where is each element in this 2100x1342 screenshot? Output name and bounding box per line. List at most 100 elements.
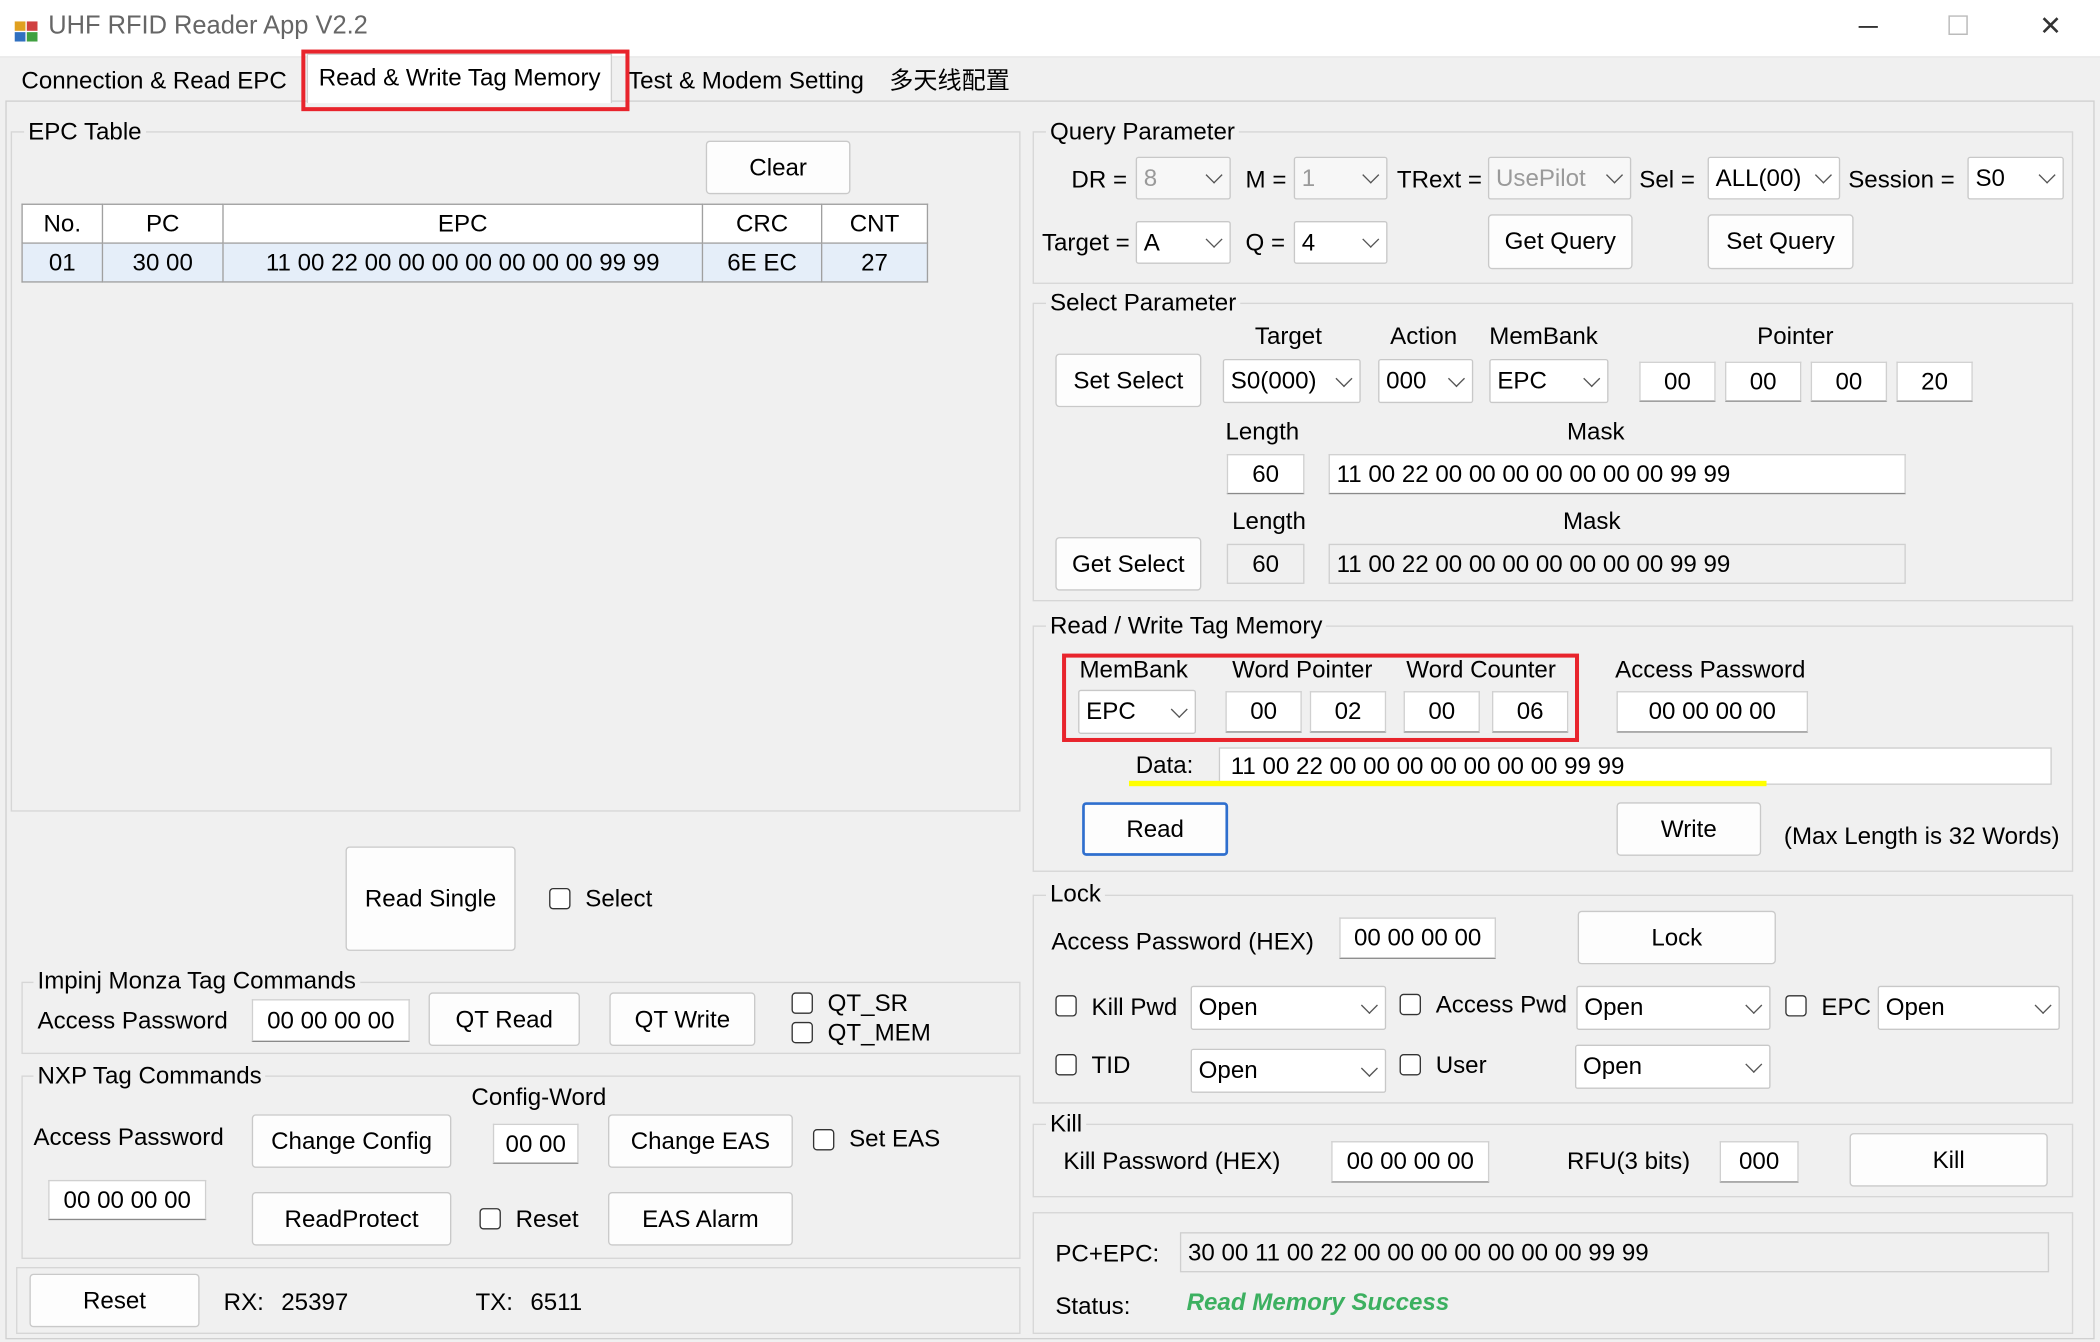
eas-alarm-button[interactable]: EAS Alarm (608, 1191, 793, 1246)
column-header[interactable]: CNT (820, 203, 929, 244)
status-label: Status: (1055, 1292, 1131, 1320)
rw-highlight-box (1062, 653, 1580, 742)
nxp-access-password-input[interactable]: 00 00 00 00 (48, 1179, 207, 1221)
epc-select[interactable]: Open (1877, 985, 2060, 1030)
data-input[interactable]: 11 00 22 00 00 00 00 00 00 00 99 99 (1218, 747, 2052, 785)
length-input[interactable]: 60 (1226, 454, 1305, 495)
tid-label: TID (1091, 1051, 1131, 1079)
pointer-field[interactable]: 00 (1639, 361, 1716, 402)
column-header[interactable]: CRC (701, 203, 823, 244)
qt-read-button[interactable]: QT Read (428, 992, 580, 1047)
m-select[interactable]: 1 (1293, 156, 1388, 200)
impinj-access-password-input[interactable]: 00 00 00 00 (251, 999, 410, 1042)
access-password-input[interactable]: 00 00 00 00 (1616, 691, 1809, 733)
tid-select[interactable]: Open (1190, 1048, 1387, 1093)
nxp-access-password-label: Access Password (33, 1123, 224, 1151)
qt-mem-label: QT_MEM (827, 1019, 931, 1047)
set-select-button[interactable]: Set Select (1055, 353, 1202, 408)
clear-button[interactable]: Clear (705, 140, 851, 195)
cell-pc[interactable]: 30 00 (101, 242, 224, 283)
dr-select[interactable]: 8 (1135, 156, 1231, 200)
column-header[interactable]: PC (101, 203, 224, 244)
config-word-input[interactable]: 00 00 (492, 1123, 579, 1164)
cell-epc[interactable]: 11 00 22 00 00 00 00 00 00 00 99 99 (222, 242, 704, 283)
close-icon[interactable]: ✕ (2030, 8, 2070, 46)
select-membank-select[interactable]: EPC (1489, 358, 1609, 404)
tab-connection[interactable]: Connection & Read EPC (11, 60, 298, 100)
write-button[interactable]: Write (1616, 802, 1762, 856)
qt-sr-label: QT_SR (827, 989, 909, 1017)
read-write-label: Read / Write Tag Memory (1045, 612, 1327, 641)
epc-checkbox[interactable] (1785, 995, 1807, 1017)
reset-checkbox[interactable] (479, 1208, 501, 1230)
tab-multi-antenna[interactable]: 多天线配置 (879, 60, 1021, 100)
trext-select[interactable]: UsePilot (1487, 156, 1632, 200)
cell-cnt[interactable]: 27 (820, 242, 929, 283)
action-select[interactable]: 000 (1378, 358, 1474, 404)
epc-label: EPC (1821, 993, 1872, 1021)
get-query-button[interactable]: Get Query (1487, 214, 1633, 270)
table-row[interactable]: 01 30 00 11 00 22 00 00 00 00 00 00 00 9… (21, 242, 929, 283)
user-label: User (1435, 1051, 1487, 1079)
pointer-label: Pointer (1757, 322, 1834, 350)
rx-value: 25397 (281, 1288, 349, 1316)
minimize-icon[interactable]: ─ (1848, 8, 1888, 46)
lock-access-password-input[interactable]: 00 00 00 00 (1339, 917, 1496, 959)
session-select[interactable]: S0 (1967, 156, 2064, 200)
qt-write-button[interactable]: QT Write (609, 992, 756, 1047)
action-label: Action (1390, 322, 1458, 350)
kill-password-label: Kill Password (HEX) (1063, 1147, 1281, 1175)
tab-test-modem[interactable]: Test & Modem Setting (617, 60, 874, 100)
mask-readout: 11 00 22 00 00 00 00 00 00 00 99 99 (1328, 543, 1906, 584)
column-header[interactable]: EPC (222, 203, 704, 244)
pointer-field[interactable]: 00 (1725, 361, 1802, 402)
select-checkbox[interactable] (549, 887, 571, 910)
maximize-icon[interactable]: ☐ (1938, 8, 1978, 46)
session-label: Session = (1848, 166, 1955, 193)
query-target-select[interactable]: A (1135, 220, 1231, 264)
status-message: Read Memory Success (1186, 1288, 1450, 1316)
user-select[interactable]: Open (1575, 1044, 1771, 1089)
dr-label: DR = (1071, 166, 1128, 193)
kill-pwd-checkbox[interactable] (1055, 995, 1077, 1017)
read-protect-button[interactable]: ReadProtect (251, 1191, 452, 1246)
impinj-label: Impinj Monza Tag Commands (33, 966, 360, 996)
pointer-field[interactable]: 20 (1896, 361, 1973, 402)
user-checkbox[interactable] (1399, 1054, 1421, 1076)
access-pwd-select[interactable]: Open (1576, 985, 1771, 1030)
select-target-label: Target (1254, 322, 1322, 350)
set-query-button[interactable]: Set Query (1707, 214, 1854, 270)
qt-sr-checkbox[interactable] (791, 992, 813, 1014)
change-config-button[interactable]: Change Config (251, 1114, 452, 1168)
set-eas-checkbox[interactable] (812, 1129, 835, 1151)
lock-button[interactable]: Lock (1577, 910, 1776, 965)
q-label: Q = (1245, 229, 1286, 256)
query-target-label: Target = (1041, 229, 1130, 256)
reset-checkbox-label: Reset (515, 1205, 579, 1233)
kill-pwd-select[interactable]: Open (1190, 985, 1387, 1030)
data-highlight-underline (1129, 780, 1767, 787)
kill-button[interactable]: Kill (1849, 1133, 2048, 1187)
q-select[interactable]: 4 (1293, 220, 1388, 264)
cell-crc[interactable]: 6E EC (701, 242, 823, 283)
pointer-field[interactable]: 00 (1810, 361, 1888, 402)
cell-no[interactable]: 01 (21, 242, 104, 283)
tid-checkbox[interactable] (1055, 1054, 1077, 1076)
rfu-input[interactable]: 000 (1719, 1141, 1799, 1183)
mask-input[interactable]: 11 00 22 00 00 00 00 00 00 00 99 99 (1328, 454, 1906, 495)
access-pwd-checkbox[interactable] (1399, 993, 1421, 1016)
kill-password-input[interactable]: 00 00 00 00 (1331, 1141, 1490, 1183)
pc-epc-value: 30 00 11 00 22 00 00 00 00 00 00 00 99 9… (1179, 1232, 2050, 1273)
length-readout: 60 (1226, 543, 1305, 584)
read-single-button[interactable]: Read Single (345, 846, 516, 951)
change-eas-button[interactable]: Change EAS (608, 1114, 793, 1168)
app-icon (13, 15, 40, 42)
read-button[interactable]: Read (1082, 802, 1229, 856)
qt-mem-checkbox[interactable] (791, 1021, 813, 1044)
get-select-button[interactable]: Get Select (1055, 537, 1202, 591)
sel-label: Sel = (1639, 166, 1695, 193)
sel-select[interactable]: ALL(00) (1707, 156, 1841, 200)
reset-button[interactable]: Reset (29, 1273, 200, 1328)
column-header[interactable]: No. (21, 203, 104, 244)
select-target-select[interactable]: S0(000) (1222, 358, 1361, 404)
